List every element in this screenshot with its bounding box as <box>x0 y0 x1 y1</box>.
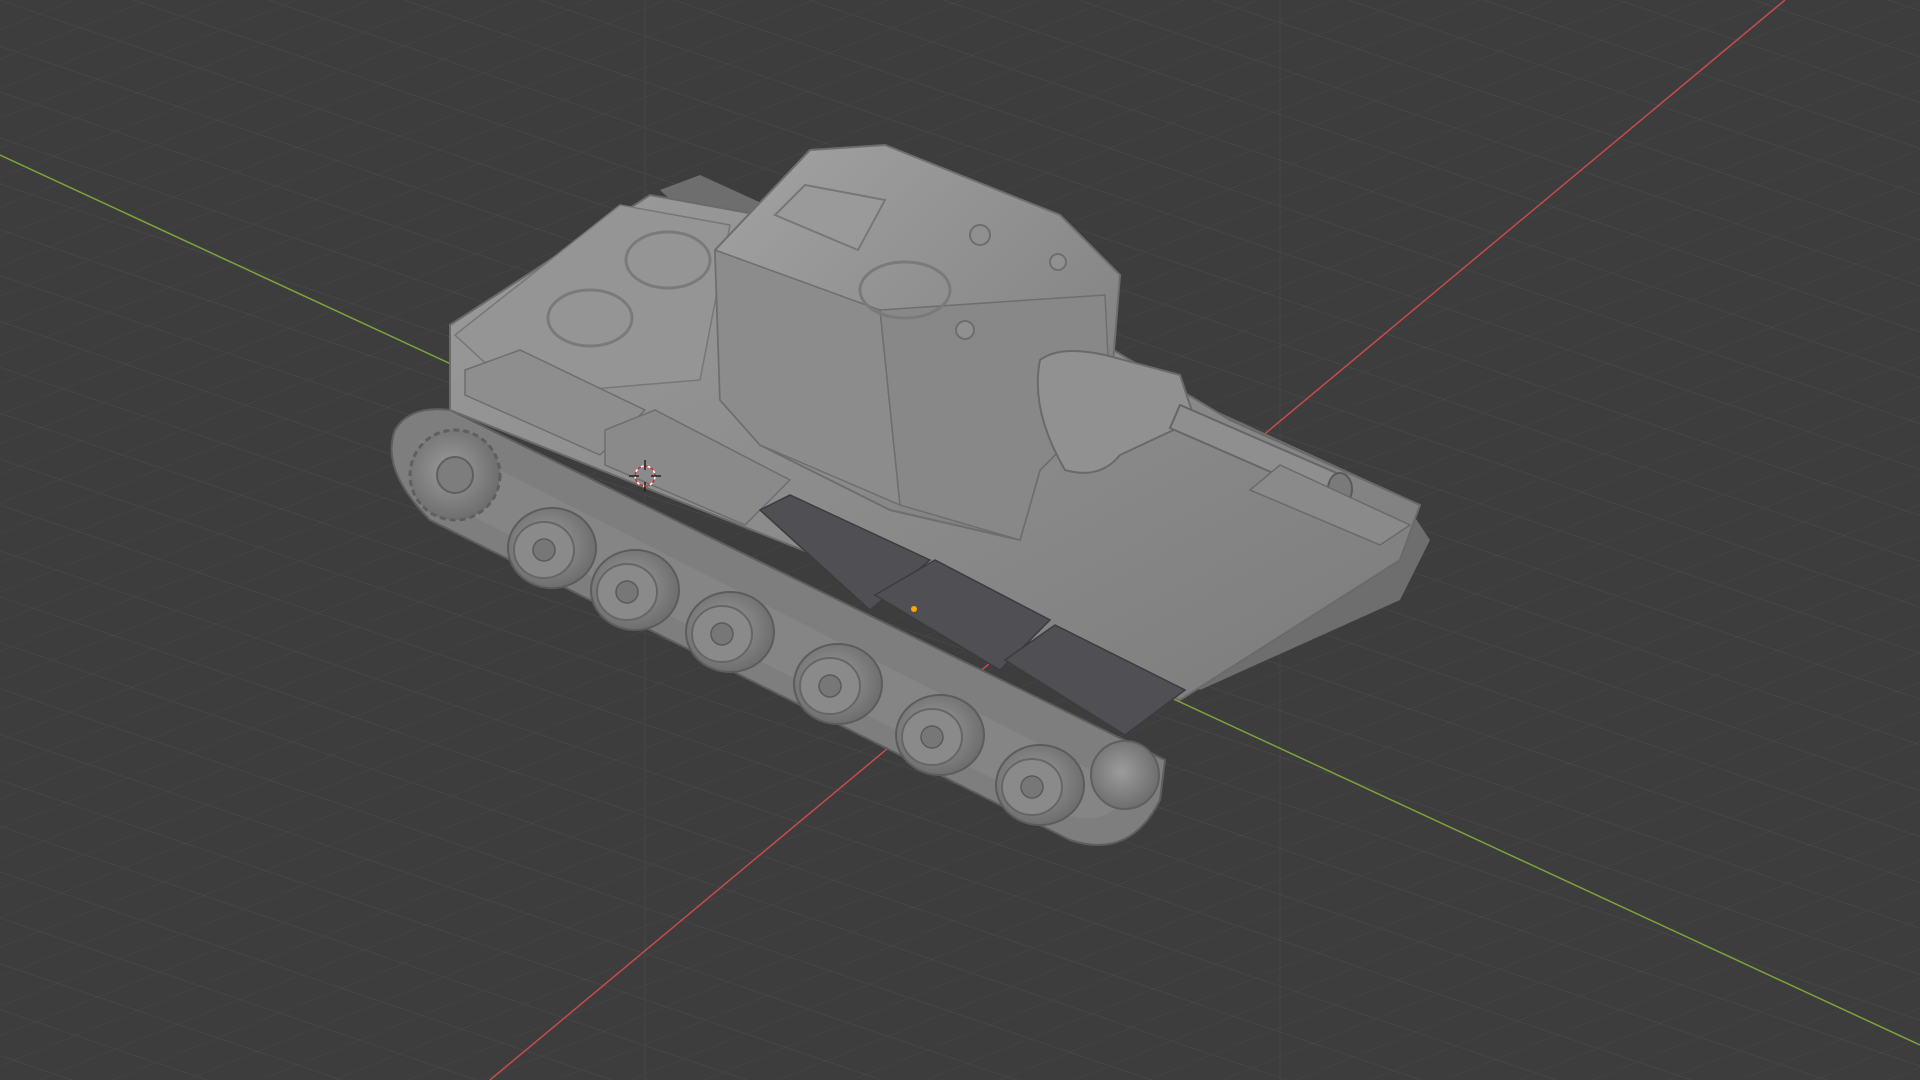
tank-drive-sprocket-hub <box>436 456 474 494</box>
tank-idler-wheel <box>1090 740 1160 810</box>
tank-road-wheel <box>507 507 597 589</box>
viewport-canvas[interactable] <box>0 0 1920 1080</box>
3d-viewport[interactable] <box>0 0 1920 1080</box>
tank-periscope-3 <box>955 320 975 340</box>
object-origin-marker[interactable] <box>911 606 917 612</box>
tank-periscope-2 <box>1049 253 1067 271</box>
tank-road-wheel <box>685 591 775 673</box>
tank-road-wheel <box>995 744 1085 826</box>
tank-periscope-1 <box>969 224 991 246</box>
tank-road-wheel <box>793 643 883 725</box>
tank-road-wheel <box>590 549 680 631</box>
tank-road-wheel <box>895 694 985 776</box>
